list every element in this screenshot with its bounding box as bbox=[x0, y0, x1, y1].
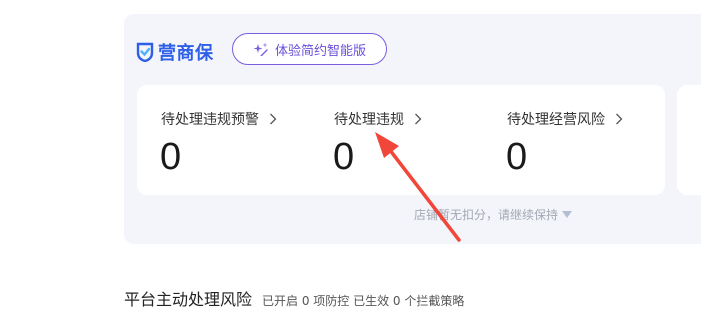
trial-smart-version-button[interactable]: 体验简约智能版 bbox=[232, 33, 387, 65]
shield-check-icon bbox=[136, 42, 154, 62]
caret-down-icon bbox=[562, 210, 573, 218]
brand-name: 营商保 bbox=[158, 43, 214, 64]
metric-label-text: 待处理违规 bbox=[334, 112, 404, 128]
side-card bbox=[677, 85, 701, 195]
metric-label-text: 待处理经营风险 bbox=[507, 112, 605, 128]
chevron-right-icon bbox=[415, 113, 422, 125]
metric-label: 待处理违规 bbox=[334, 109, 422, 129]
brand: 营商保 bbox=[136, 38, 214, 66]
metric-value: 0 bbox=[506, 136, 528, 178]
metric-pending-violation-warnings[interactable]: 待处理违规预警 0 bbox=[160, 85, 321, 195]
platform-risk-section: 平台主动处理风险 已开启 0 项防控 已生效 0 个拦截策略 bbox=[124, 286, 464, 310]
score-note[interactable]: 店铺暂无扣分，请继续保持 bbox=[414, 206, 573, 223]
metric-pending-violations[interactable]: 待处理违规 0 bbox=[333, 85, 494, 195]
section-subtitle: 已开启 0 项防控 已生效 0 个拦截策略 bbox=[262, 294, 465, 308]
sparkle-icon bbox=[253, 42, 268, 56]
score-note-text: 店铺暂无扣分，请继续保持 bbox=[414, 208, 559, 222]
chevron-right-icon bbox=[270, 113, 277, 125]
metrics-card: 待处理违规预警 0 待处理违规 0 待处理经营风险 0 bbox=[137, 85, 665, 195]
chevron-right-icon bbox=[616, 113, 623, 125]
section-title: 平台主动处理风险 bbox=[124, 290, 253, 309]
metric-label: 待处理违规预警 bbox=[161, 109, 277, 129]
metric-label: 待处理经营风险 bbox=[507, 109, 623, 129]
metric-value: 0 bbox=[333, 136, 355, 178]
metric-value: 0 bbox=[160, 136, 182, 178]
metric-pending-business-risks[interactable]: 待处理经营风险 0 bbox=[506, 85, 667, 195]
trial-button-label: 体验简约智能版 bbox=[274, 43, 366, 59]
metric-label-text: 待处理违规预警 bbox=[161, 112, 259, 128]
